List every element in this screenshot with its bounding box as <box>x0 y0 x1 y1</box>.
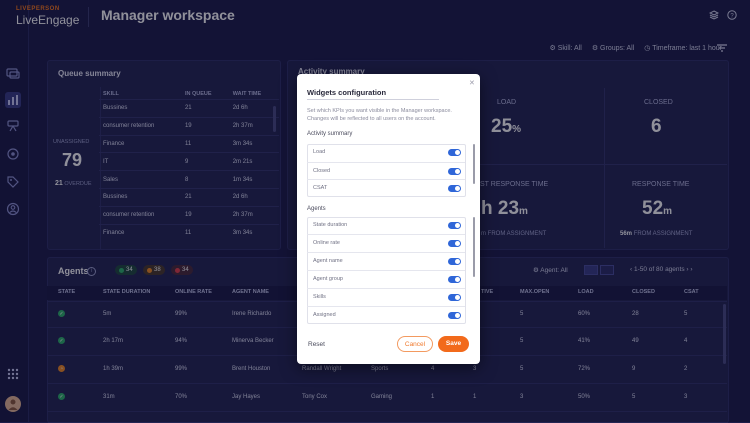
activity-list-scrollbar[interactable] <box>473 144 475 184</box>
modal-title: Widgets configuration <box>307 88 387 97</box>
kpi-label: Agent name <box>313 258 343 264</box>
kpi-toggle-assigned[interactable] <box>448 312 461 319</box>
kpi-toggle-skills[interactable] <box>448 294 461 301</box>
kpi-row-csat: CSAT <box>307 179 465 196</box>
kpi-toggle-state-duration[interactable] <box>448 222 461 229</box>
kpi-row-online-rate: Online rate <box>307 234 465 251</box>
kpi-label: State duration <box>313 222 348 228</box>
kpi-label: Skills <box>313 294 326 300</box>
kpi-label: Load <box>313 149 326 155</box>
modal-title-underline <box>307 99 439 100</box>
close-icon[interactable]: ✕ <box>469 79 475 87</box>
cancel-button[interactable]: Cancel <box>397 336 433 352</box>
kpi-row-state-duration: State duration <box>307 217 465 234</box>
kpi-row-load: Load <box>307 144 465 161</box>
kpi-label: CSAT <box>313 185 328 191</box>
kpi-toggle-load[interactable] <box>448 149 461 156</box>
section-activity-summary: Activity summary <box>307 131 353 137</box>
kpi-row-agent-group: Agent group <box>307 270 465 287</box>
kpi-toggle-agent-name[interactable] <box>448 258 461 265</box>
agents-list-scrollbar[interactable] <box>473 217 475 277</box>
widgets-config-modal: ✕ Widgets configuration Set which KPIs y… <box>297 74 480 364</box>
kpi-toggle-closed[interactable] <box>448 168 461 175</box>
kpi-toggle-csat[interactable] <box>448 185 461 192</box>
kpi-label: Online rate <box>313 240 340 246</box>
kpi-label: Assigned <box>313 312 336 318</box>
kpi-row-closed: Closed <box>307 162 465 179</box>
modal-description: Set which KPIs you want visible in the M… <box>307 108 452 122</box>
kpi-row-skills: Skills <box>307 288 465 305</box>
kpi-row-agent-name: Agent name <box>307 252 465 269</box>
save-button[interactable]: Save <box>438 336 469 352</box>
kpi-label: Closed <box>313 168 331 174</box>
kpi-toggle-online-rate[interactable] <box>448 240 461 247</box>
kpi-toggle-agent-group[interactable] <box>448 276 461 283</box>
section-agents: Agents <box>307 206 326 212</box>
kpi-label: Agent group <box>313 276 343 282</box>
kpi-row-assigned: Assigned <box>307 306 465 323</box>
reset-button[interactable]: Reset <box>308 341 325 348</box>
